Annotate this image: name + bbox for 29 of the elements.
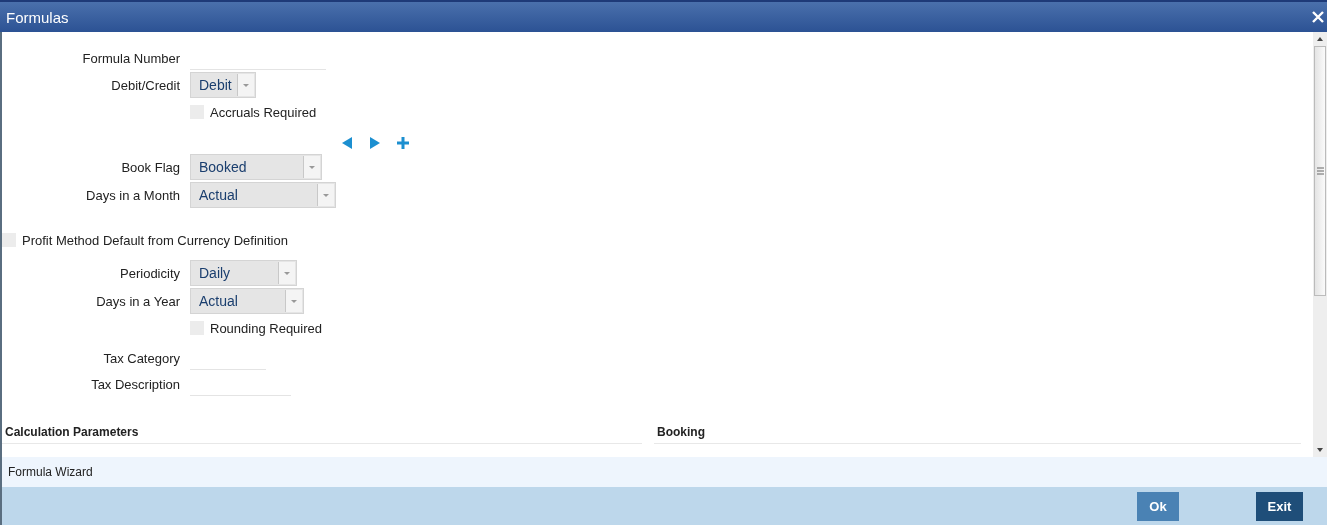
previous-icon[interactable]: [340, 136, 354, 150]
section-title: Booking: [656, 425, 706, 441]
window-title: Formulas: [6, 8, 69, 26]
checkbox-label: Accruals Required: [210, 104, 317, 120]
checkbox[interactable]: [2, 233, 16, 247]
dropdown[interactable]: Booked: [190, 154, 322, 180]
exit-button[interactable]: Exit: [1256, 491, 1303, 521]
checkbox-label: Profit Method Default from Currency Definition: [22, 232, 288, 248]
scrollbar[interactable]: [1313, 32, 1327, 457]
add-icon[interactable]: [396, 136, 410, 150]
field-label: Periodicity: [119, 265, 181, 281]
field-label: Formula Number: [81, 50, 181, 66]
next-icon[interactable]: [368, 136, 382, 150]
field-label: Book Flag: [120, 159, 181, 175]
checkbox-label: Rounding Required: [210, 320, 323, 336]
field-label: Tax Category: [102, 350, 181, 366]
dropdown[interactable]: Actual: [190, 182, 336, 208]
field-label: Tax Description: [90, 376, 181, 392]
dropdown[interactable]: Debit: [190, 72, 256, 98]
grip-icon: [1316, 167, 1324, 175]
formula-wizard-link[interactable]: Formula Wizard: [8, 465, 93, 479]
field-label: Debit/Credit: [110, 77, 181, 93]
field-label: Days in a Year: [95, 293, 181, 309]
dropdown[interactable]: Actual: [190, 288, 304, 314]
dropdown[interactable]: Daily: [190, 260, 297, 286]
close-icon[interactable]: [1311, 10, 1325, 24]
ok-button[interactable]: Ok: [1137, 491, 1179, 521]
section-title: Calculation Parameters: [4, 425, 140, 441]
field-label: Days in a Month: [85, 187, 181, 203]
